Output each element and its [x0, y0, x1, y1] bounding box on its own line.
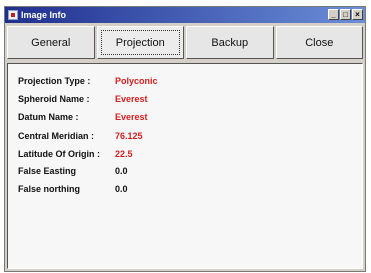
spheroid-name-label: Spheroid Name : — [18, 94, 90, 104]
datum-name-value: Everest — [115, 112, 148, 122]
tab-bar: General Projection Backup Close — [7, 26, 363, 59]
tab-backup[interactable]: Backup — [186, 26, 274, 59]
projection-type-value: Polyconic — [115, 76, 158, 86]
maximize-button[interactable]: □ — [340, 9, 351, 20]
spheroid-name-value: Everest — [115, 94, 148, 104]
datum-name-label: Datum Name : — [18, 112, 79, 122]
close-window-button[interactable]: × — [352, 9, 363, 20]
tab-projection[interactable]: Projection — [96, 26, 184, 59]
central-meridian-value: 76.125 — [115, 131, 143, 141]
minimize-button[interactable]: _ — [328, 9, 339, 20]
close-button[interactable]: Close — [275, 26, 363, 59]
window-title: Image Info — [21, 10, 67, 20]
projection-panel: Projection Type : Polyconic Spheroid Nam… — [7, 63, 363, 269]
central-meridian-label: Central Meridian : — [18, 131, 95, 141]
false-easting-value: 0.0 — [115, 166, 128, 176]
false-northing-label: False northing — [18, 184, 81, 194]
image-info-window: Image Info _ □ × General Projection Back… — [4, 6, 366, 272]
projection-type-label: Projection Type : — [18, 76, 91, 86]
tab-general[interactable]: General — [7, 26, 95, 59]
app-icon — [8, 10, 18, 20]
latitude-of-origin-value: 22.5 — [115, 149, 133, 159]
title-bar[interactable]: Image Info _ □ × — [5, 7, 365, 23]
latitude-of-origin-label: Latitude Of Origin : — [18, 149, 100, 159]
window-controls: _ □ × — [328, 9, 363, 21]
false-northing-value: 0.0 — [115, 184, 128, 194]
false-easting-label: False Easting — [18, 166, 77, 176]
